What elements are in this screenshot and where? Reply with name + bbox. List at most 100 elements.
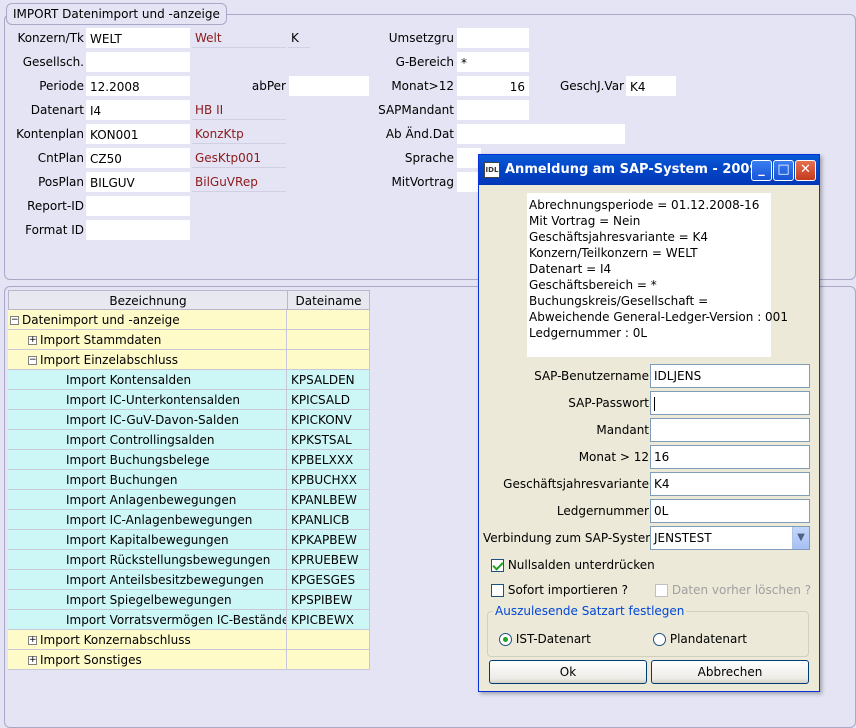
konzern-description: Welt — [192, 28, 286, 48]
loeschen-checkbox — [655, 584, 668, 597]
tree-cell-bezeichnung[interactable]: Import IC-Unterkontensalden — [8, 390, 287, 410]
periode-input[interactable]: 12.2008 — [86, 76, 190, 96]
tree-cell-dateiname: KPSPIBEW — [287, 590, 370, 610]
monat-input[interactable]: 16 — [650, 445, 810, 469]
dialog-title: Anmeldung am SAP-System - 20090... — [505, 162, 783, 177]
minimize-icon[interactable]: _ — [751, 160, 772, 181]
collapse-icon[interactable]: − — [28, 356, 37, 365]
sap-password-input[interactable] — [650, 391, 810, 415]
tree-cell-dateiname: KPICBEWX — [287, 610, 370, 630]
tree-cell-bezeichnung[interactable]: Import Kapitalbewegungen — [8, 530, 287, 550]
kontenplan-input[interactable]: KON001 — [86, 124, 190, 144]
tree-row[interactable]: Import IC-GuV-Davon-Salden KPICKONV — [8, 410, 370, 430]
sap-user-input[interactable]: IDLJENS — [650, 364, 810, 388]
plandatenart-option[interactable]: Plandatenart — [653, 631, 747, 647]
tree-cell-dateiname: KPICKONV — [287, 410, 370, 430]
nullsalden-option[interactable]: Nullsalden unterdrücken — [491, 557, 655, 573]
formatid-input[interactable] — [86, 220, 190, 240]
tree-item-label: Import Vorratsvermögen IC-Bestände — [66, 613, 287, 627]
ledger-label: Ledgernummer — [556, 504, 649, 518]
gesellsch-input[interactable] — [86, 52, 190, 72]
tree-row[interactable]: + Import Konzernabschluss — [8, 630, 370, 650]
tree-cell-bezeichnung[interactable]: Import Anteilsbesitzbewegungen — [8, 570, 287, 590]
tree-row[interactable]: Import Controllingsalden KPKSTSAL — [8, 430, 370, 450]
gbereich-input[interactable]: * — [457, 52, 529, 72]
tree-cell-bezeichnung[interactable]: Import Rückstellungsbewegungen — [8, 550, 287, 570]
tree-row[interactable]: Import IC-Unterkontensalden KPICSALD — [8, 390, 370, 410]
tree-row[interactable]: Import Rückstellungsbewegungen KPRUEBEW — [8, 550, 370, 570]
tree-cell-bezeichnung[interactable]: Import Buchungen — [8, 470, 287, 490]
tree-item-label: Import Rückstellungsbewegungen — [66, 553, 271, 567]
tree-cell-bezeichnung[interactable]: Import Kontensalden — [8, 370, 287, 390]
tree-row[interactable]: Import Spiegelbewegungen KPSPIBEW — [8, 590, 370, 610]
expand-icon[interactable]: + — [28, 336, 37, 345]
monat-label: Monat > 12 — [578, 450, 649, 464]
connection-select[interactable]: JENSTEST ▼ — [650, 526, 810, 550]
abaenddat-input[interactable] — [457, 124, 625, 144]
tree-row[interactable]: − Import Einzelabschluss — [8, 350, 370, 370]
cntplan-input[interactable]: CZ50 — [86, 148, 190, 168]
tree-cell-bezeichnung[interactable]: Import IC-Anlagenbewegungen — [8, 510, 287, 530]
umsetzgru-input[interactable] — [457, 28, 529, 48]
tree-row[interactable]: + Import Stammdaten — [8, 330, 370, 350]
reportid-input[interactable] — [86, 196, 190, 216]
tree-cell-bezeichnung[interactable]: Import IC-GuV-Davon-Salden — [8, 410, 287, 430]
tree-row[interactable]: Import Anteilsbesitzbewegungen KPGESGES — [8, 570, 370, 590]
kontenplan-label: Kontenplan — [16, 127, 84, 141]
tree-row[interactable]: Import Buchungsbelege KPBELXXX — [8, 450, 370, 470]
sapmandant-input[interactable] — [457, 100, 529, 120]
tree-cell-bezeichnung[interactable]: + Import Sonstiges — [8, 650, 287, 670]
panel-title: IMPORT Datenimport und -anzeige — [6, 3, 227, 25]
sofort-option[interactable]: Sofort importieren ? — [491, 582, 628, 598]
ist-datenart-radio[interactable] — [499, 633, 512, 646]
geschjvar-input[interactable]: K4 — [626, 76, 676, 96]
tree-cell-bezeichnung[interactable]: Import Controllingsalden — [8, 430, 287, 450]
expand-icon[interactable]: + — [28, 636, 37, 645]
tree-cell-bezeichnung[interactable]: Import Spiegelbewegungen — [8, 590, 287, 610]
ok-button[interactable]: Ok — [489, 660, 647, 684]
tree-cell-bezeichnung[interactable]: Import Anlagenbewegungen — [8, 490, 287, 510]
tree-cell-dateiname: KPGESGES — [287, 570, 370, 590]
tree-row[interactable]: − Datenimport und -anzeige — [8, 310, 370, 330]
close-icon[interactable]: ✕ — [795, 160, 816, 181]
maximize-icon[interactable]: □ — [773, 160, 794, 181]
gjvar-input[interactable]: K4 — [650, 472, 810, 496]
tree-row[interactable]: Import Vorratsvermögen IC-Bestände KPICBE… — [8, 610, 370, 630]
tree-cell-bezeichnung[interactable]: + Import Konzernabschluss — [8, 630, 287, 650]
collapse-icon[interactable]: − — [10, 316, 19, 325]
tree-cell-bezeichnung[interactable]: Import Vorratsvermögen IC-Bestände — [8, 610, 287, 630]
tree-cell-bezeichnung[interactable]: − Import Einzelabschluss — [8, 350, 287, 370]
datenart-input[interactable]: I4 — [86, 100, 190, 120]
plandatenart-radio[interactable] — [653, 633, 666, 646]
tree-cell-bezeichnung[interactable]: + Import Stammdaten — [8, 330, 287, 350]
tree-row[interactable]: Import Kontensalden KPSALDEN — [8, 370, 370, 390]
tree-row[interactable]: Import Kapitalbewegungen KPKAPBEW — [8, 530, 370, 550]
mandant-input[interactable] — [650, 418, 810, 442]
ledger-input[interactable]: 0L — [650, 499, 810, 523]
ist-datenart-option[interactable]: IST-Datenart — [499, 631, 591, 647]
nullsalden-label: Nullsalden unterdrücken — [507, 558, 655, 572]
dialog-titlebar[interactable]: IDL Anmeldung am SAP-System - 20090... _… — [479, 155, 819, 185]
monat12-input[interactable]: 16 — [457, 76, 529, 96]
expand-icon[interactable]: + — [28, 656, 37, 665]
column-header-bezeichnung[interactable]: Bezeichnung — [8, 290, 288, 310]
tree-row[interactable]: Import Anlagenbewegungen KPANLBEW — [8, 490, 370, 510]
abper-input[interactable] — [289, 76, 369, 96]
konzern-input[interactable]: WELT — [86, 28, 190, 48]
tree-cell-dateiname: KPBELXXX — [287, 450, 370, 470]
posplan-input[interactable]: BILGUV — [86, 172, 190, 192]
tree-row[interactable]: + Import Sonstiges — [8, 650, 370, 670]
cancel-button[interactable]: Abbrechen — [651, 660, 809, 684]
tree-item-label: Import Einzelabschluss — [40, 353, 179, 367]
chevron-down-icon[interactable]: ▼ — [792, 527, 809, 549]
nullsalden-checkbox[interactable] — [491, 559, 504, 572]
connection-label: Verbindung zum SAP-System — [483, 531, 657, 545]
tree-cell-bezeichnung[interactable]: − Datenimport und -anzeige — [8, 310, 287, 330]
tree-row[interactable]: Import IC-Anlagenbewegungen KPANLICB — [8, 510, 370, 530]
tree-cell-bezeichnung[interactable]: Import Buchungsbelege — [8, 450, 287, 470]
tree-row[interactable]: Import Buchungen KPBUCHXX — [8, 470, 370, 490]
sofort-checkbox[interactable] — [491, 584, 504, 597]
tree-cell-dateiname: KPANLICB — [287, 510, 370, 530]
sap-login-dialog: IDL Anmeldung am SAP-System - 20090... _… — [478, 154, 820, 692]
column-header-dateiname[interactable]: Dateiname — [287, 290, 370, 310]
